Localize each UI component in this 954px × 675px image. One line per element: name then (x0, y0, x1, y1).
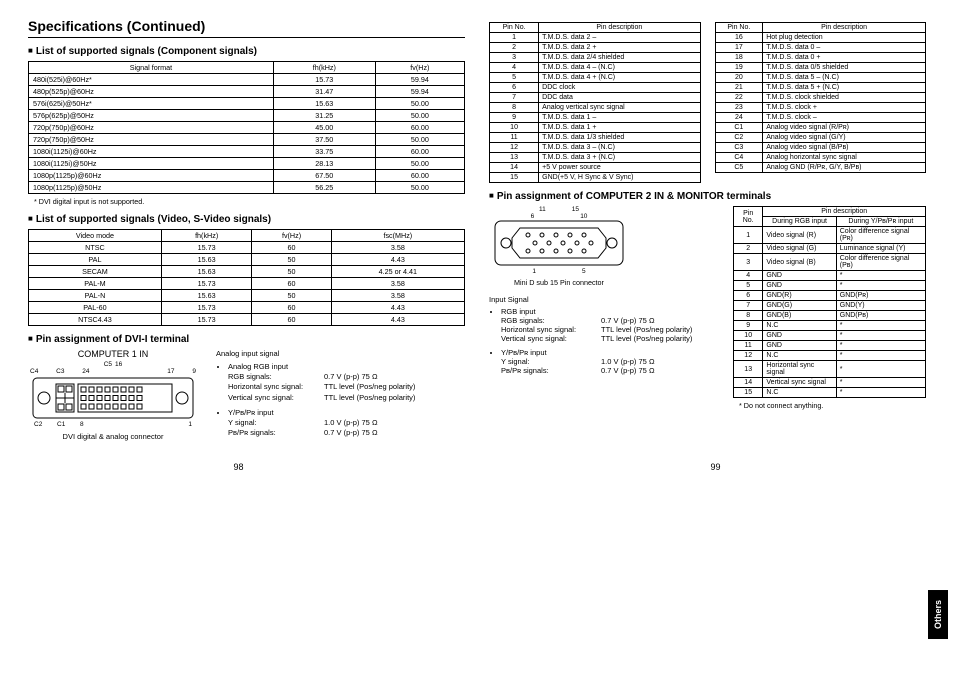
table-dvi-pins-a: Pin No.Pin description 1T.M.D.S. data 2 … (489, 22, 701, 183)
dvi-input-desc: Analog input signal Analog RGB input RGB… (216, 349, 465, 444)
side-tab-others: Others (928, 590, 948, 639)
table-dsub15-pins: Pin No.Pin description During RGB inputD… (733, 206, 926, 398)
section-dvi: ■Pin assignment of DVI-I terminal (28, 334, 465, 345)
table-dvi-pins-b: Pin No.Pin description 16Hot plug detect… (715, 22, 927, 173)
section-video: ■List of supported signals (Video, S-Vid… (28, 214, 465, 225)
table-video: Video mode fh(kHz) fv(Hz) fsc(MHz) NTSC1… (28, 229, 465, 326)
input-signal-desc: Input Signal RGB input RGB signals:0.7 V… (489, 295, 719, 375)
dsub15-diagram: 1115 610 15 Mini D sub 15 Pin connector (489, 206, 629, 287)
page-title: Specifications (Continued) (28, 18, 465, 38)
dvi-diagram: COMPUTER 1 IN C516 C4C324179 C2C181 DVI … (28, 349, 198, 444)
note-dvi: * DVI digital input is not supported. (34, 197, 465, 206)
table-component: Signal format fh(kHz) fv(Hz) 480i(525i)@… (28, 61, 465, 194)
section-component: ■List of supported signals (Component si… (28, 46, 465, 57)
page-num-left: 98 (233, 462, 243, 472)
page-num-right: 99 (710, 462, 720, 472)
section-comp2: ■Pin assignment of COMPUTER 2 IN & MONIT… (489, 191, 926, 202)
